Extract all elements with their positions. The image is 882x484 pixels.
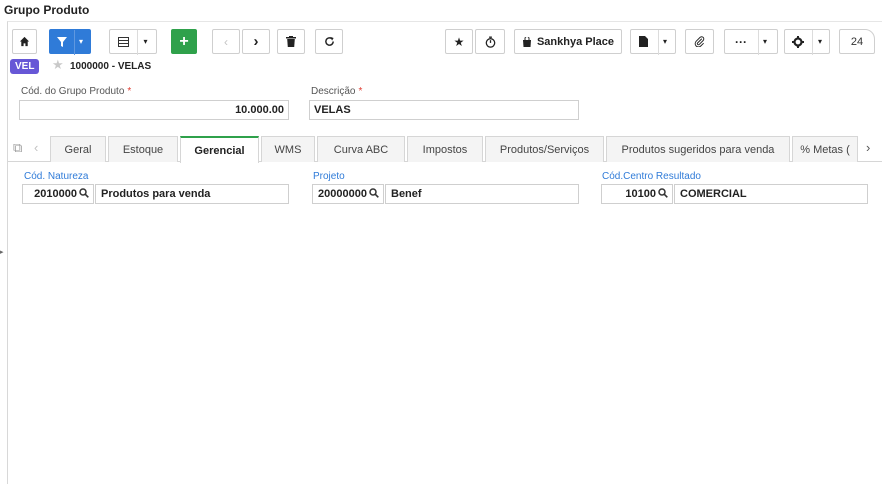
refresh-button[interactable]	[315, 29, 343, 54]
trash-icon	[286, 36, 296, 47]
centro-resultado-code-field[interactable]: 10100	[601, 184, 673, 204]
search-icon[interactable]	[369, 187, 379, 201]
stopwatch-icon	[485, 36, 495, 48]
search-icon[interactable]	[658, 187, 668, 201]
chevron-left-icon: ‹	[224, 34, 228, 49]
chevron-right-icon: ›	[253, 33, 259, 50]
centro-resultado-label: Cód.Centro Resultado	[602, 171, 701, 182]
form-frame: ▾ ▾ + ‹ › ★ Sankhya Place ▾ ··· ▾ ▾ 24 V…	[7, 21, 882, 484]
shopping-bag-icon	[522, 36, 531, 47]
attach-button[interactable]	[685, 29, 714, 54]
tab-wms[interactable]: WMS	[261, 136, 315, 162]
tab-scroll-right-icon[interactable]: ›	[866, 140, 870, 155]
cod-grupo-field[interactable]: 10.000.00	[19, 100, 289, 120]
tab-scroll-left-icon[interactable]: ‹	[34, 140, 38, 155]
filter-icon	[56, 36, 67, 47]
search-icon[interactable]	[79, 187, 89, 201]
natureza-description: Produtos para venda	[95, 184, 289, 204]
chevron-down-icon: ▾	[762, 37, 767, 46]
previous-button[interactable]: ‹	[212, 29, 240, 54]
delete-button[interactable]	[277, 29, 305, 54]
favorite-button[interactable]: ★	[445, 29, 473, 54]
chevron-down-icon: ▾	[78, 37, 83, 46]
tab-estoque[interactable]: Estoque	[108, 136, 178, 162]
cod-grupo-label: Cód. do Grupo Produto *	[21, 86, 132, 97]
home-icon	[19, 36, 30, 47]
record-count: 24	[839, 29, 875, 54]
tab-curva-abc[interactable]: Curva ABC	[317, 136, 405, 162]
next-button[interactable]: ›	[242, 29, 270, 54]
settings-button[interactable]: ▾	[784, 29, 830, 55]
descricao-field[interactable]: VELAS	[309, 100, 579, 120]
natureza-label: Cód. Natureza	[24, 171, 89, 182]
more-icon: ···	[734, 34, 747, 49]
chevron-down-icon: ▾	[143, 37, 148, 46]
filter-button[interactable]: ▾	[49, 29, 91, 55]
descricao-label: Descrição *	[311, 86, 363, 97]
star-icon: ★	[453, 34, 465, 49]
grid-icon	[118, 36, 130, 47]
tab-produtos-sugeridos[interactable]: Produtos sugeridos para venda	[606, 136, 790, 162]
home-button[interactable]	[12, 29, 37, 54]
add-button[interactable]: +	[171, 29, 197, 54]
natureza-code-field[interactable]: 2010000	[22, 184, 94, 204]
star-icon[interactable]: ★	[52, 57, 64, 73]
projeto-label: Projeto	[313, 171, 345, 182]
page-title: Grupo Produto	[4, 3, 90, 17]
grid-view-button[interactable]: ▾	[109, 29, 157, 55]
collapse-arrow-icon[interactable]: ▸	[0, 248, 4, 256]
sankhya-place-button[interactable]: Sankhya Place	[514, 29, 622, 54]
record-title: 1000000 - VELAS	[70, 61, 152, 72]
report-button[interactable]: ▾	[630, 29, 676, 55]
refresh-icon	[324, 36, 334, 46]
projeto-code-field[interactable]: 20000000	[312, 184, 384, 204]
record-badge: VEL	[10, 59, 40, 74]
chevron-down-icon: ▾	[817, 37, 822, 46]
projeto-description: Benef	[385, 184, 579, 204]
chevron-down-icon: ▾	[662, 37, 667, 46]
centro-resultado-description: COMERCIAL	[674, 184, 868, 204]
tab-produtos-servicos[interactable]: Produtos/Serviços	[485, 136, 604, 162]
timer-button[interactable]	[475, 29, 505, 54]
paperclip-icon	[694, 36, 705, 47]
tab-metas[interactable]: % Metas (	[792, 136, 858, 162]
copy-icon[interactable]: ⧉	[13, 140, 22, 156]
document-icon	[638, 36, 648, 47]
gear-icon	[791, 35, 804, 48]
tab-impostos[interactable]: Impostos	[407, 136, 483, 162]
more-options-button[interactable]: ··· ▾	[724, 29, 778, 55]
tab-gerencial[interactable]: Gerencial	[180, 136, 259, 163]
tab-geral[interactable]: Geral	[50, 136, 106, 162]
sankhya-place-label: Sankhya Place	[536, 35, 615, 48]
